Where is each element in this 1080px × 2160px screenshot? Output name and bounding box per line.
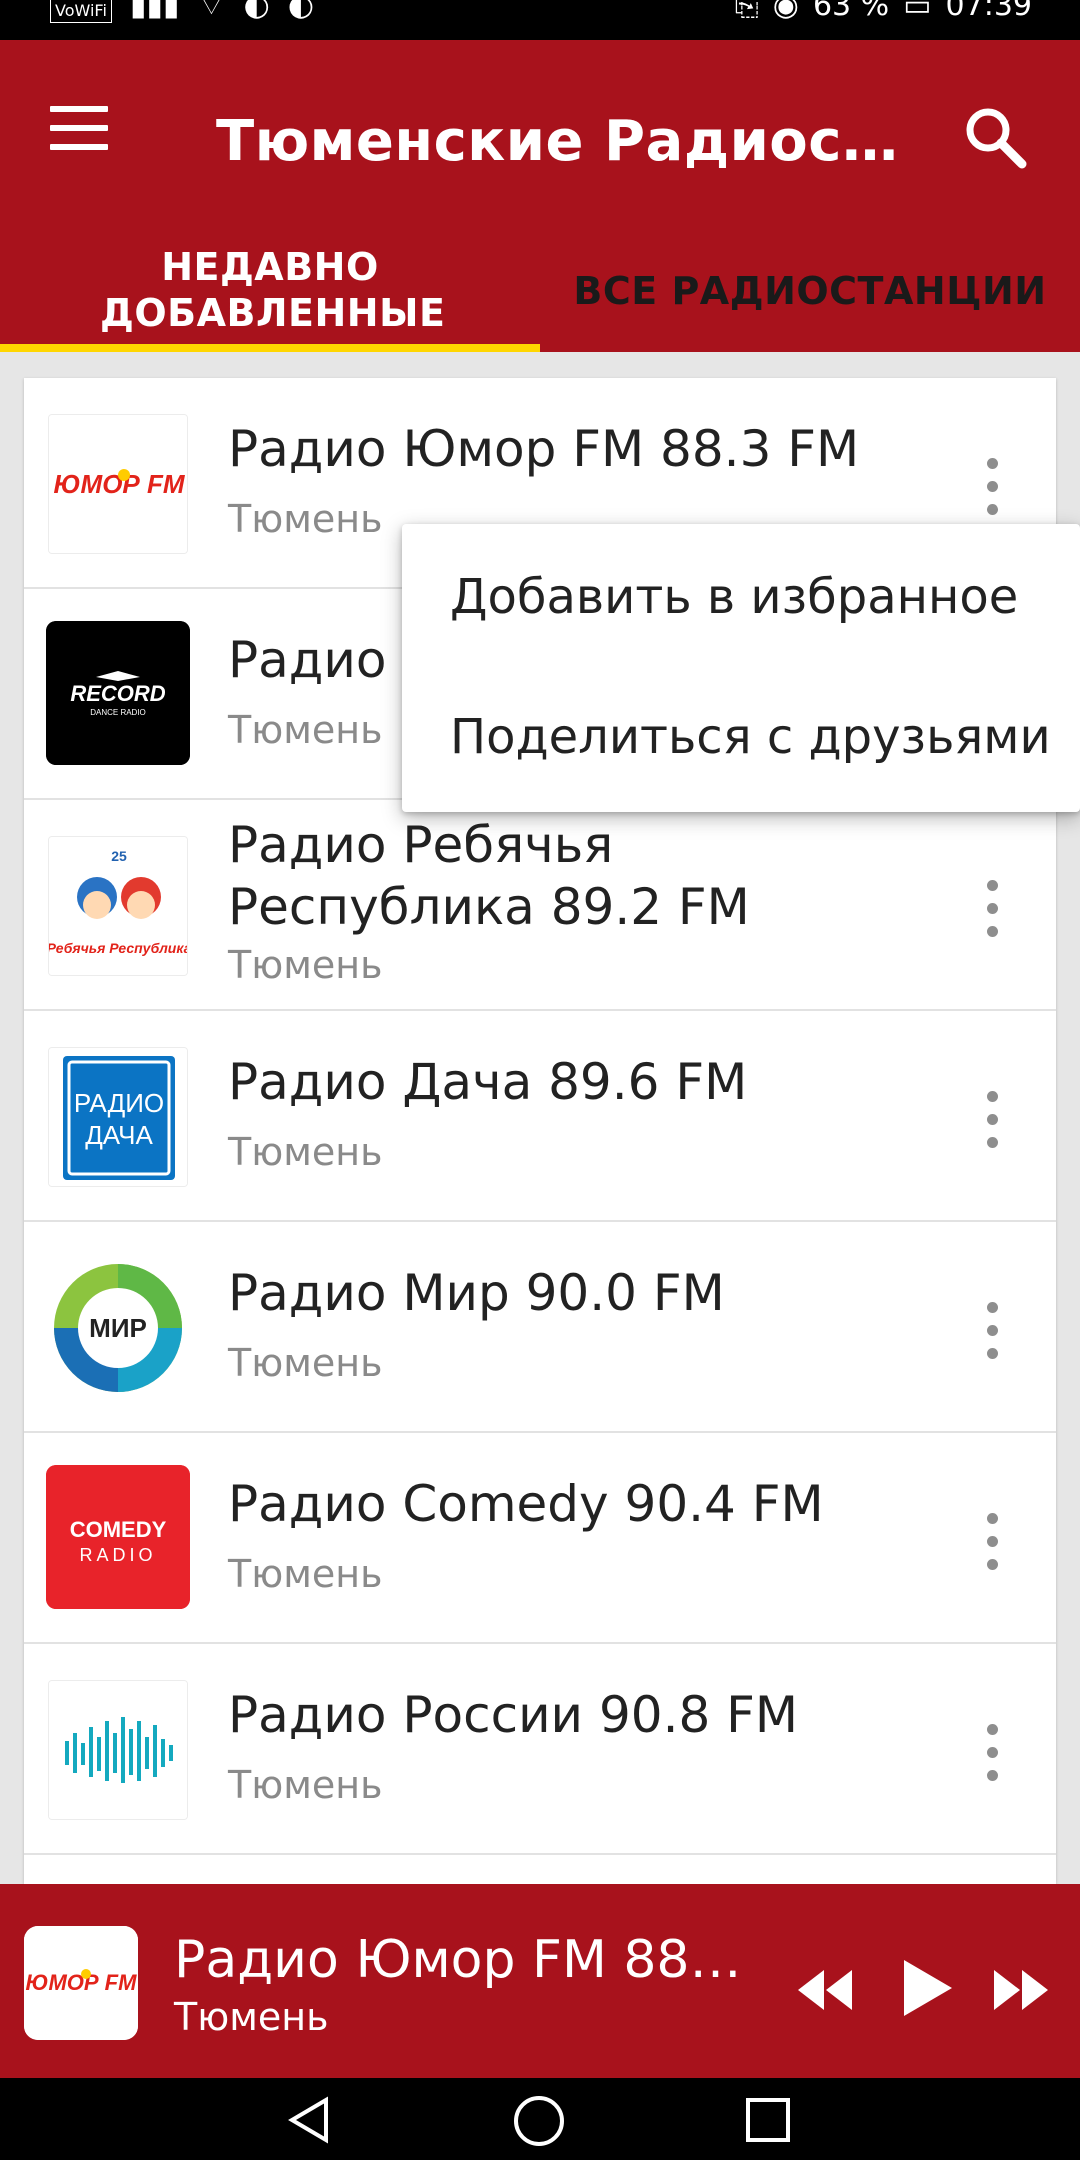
- player-station-name: Радио Юмор FM 88.3 FM: [174, 1930, 754, 1990]
- station-logo: RECORD DANCE RADIO: [46, 621, 190, 765]
- tab-recently-added-label: НЕДАВНО ДОБАВЛЕННЫЕ: [100, 245, 446, 335]
- tab-bar: НЕДАВНО ДОБАВЛЕННЫЕ ВСЕ РАДИОСТАНЦИИ: [0, 230, 1080, 352]
- more-options-icon[interactable]: [980, 880, 1004, 950]
- overflow-popup-menu: Добавить в избранное Поделиться с друзья…: [402, 524, 1080, 812]
- svg-text:ДАЧА: ДАЧА: [85, 1120, 153, 1150]
- station-row[interactable]: МИР Радио Мир 90.0 FM Тюмень: [24, 1222, 1056, 1433]
- station-row[interactable]: Радио России 90.8 FM Тюмень: [24, 1644, 1056, 1855]
- svg-text:RADIO: RADIO: [79, 1545, 156, 1565]
- station-name: Радио Мир 90.0 FM: [228, 1264, 725, 1322]
- add-to-favorites-item[interactable]: Добавить в избранное: [402, 542, 1080, 682]
- station-city: Тюмень: [228, 497, 383, 541]
- share-with-friends-item[interactable]: Поделиться с друзьями: [402, 682, 1080, 822]
- tab-all-stations[interactable]: ВСЕ РАДИОСТАНЦИИ: [540, 230, 1080, 352]
- battery-percent: 63 %: [812, 0, 890, 23]
- more-options-icon[interactable]: [980, 1091, 1004, 1161]
- signal-icon: ▮▮▮: [129, 0, 180, 23]
- station-logo: РАДИО ДАЧА: [48, 1047, 188, 1187]
- more-options-icon[interactable]: [980, 1724, 1004, 1794]
- recent-apps-icon[interactable]: [744, 2096, 792, 2144]
- vowifi-label: VoWiFi: [50, 0, 112, 23]
- station-name: Радио России 90.8 FM: [228, 1686, 799, 1744]
- station-row[interactable]: COMEDY RADIO Радио Comedy 90.4 FM Тюмень: [24, 1433, 1056, 1644]
- svg-text:COMEDY: COMEDY: [70, 1517, 167, 1542]
- station-logo: МИР: [48, 1258, 188, 1398]
- status-bar: VoWiFi ▮▮▮ ⌔ ◐ ◐ ⎘ ◉ 63 % ▭ 07:39: [0, 0, 1080, 40]
- rewind-icon[interactable]: [794, 1948, 856, 2028]
- station-row[interactable]: [24, 1855, 1056, 1884]
- station-name: Радио Дача 89.6 FM: [228, 1053, 748, 1111]
- battery-icon: ▭: [903, 0, 932, 23]
- hamburger-menu-icon[interactable]: [50, 106, 120, 166]
- svg-text:РАДИО: РАДИО: [74, 1088, 164, 1118]
- more-options-icon[interactable]: [980, 458, 1004, 528]
- station-row[interactable]: РАДИО ДАЧА Радио Дача 89.6 FM Тюмень: [24, 1011, 1056, 1222]
- wifi-icon: ⌔: [197, 0, 226, 23]
- clock: 07:39: [945, 0, 1032, 23]
- station-city: Тюмень: [228, 708, 383, 752]
- station-row[interactable]: 25 Ребячья Республика Радио Ребячья Респ…: [24, 800, 1056, 1011]
- more-options-icon[interactable]: [980, 1513, 1004, 1583]
- station-city: Тюмень: [228, 1341, 383, 1385]
- station-logo-text: Ребячья Республика: [49, 940, 188, 956]
- more-options-icon[interactable]: [980, 1302, 1004, 1372]
- play-icon[interactable]: [898, 1948, 958, 2028]
- fast-forward-icon[interactable]: [990, 1948, 1052, 2028]
- eye-icon: ◉: [772, 0, 799, 23]
- tab-all-stations-label: ВСЕ РАДИОСТАНЦИИ: [573, 269, 1047, 313]
- notification-icon: ◐: [243, 0, 270, 23]
- station-logo: [48, 1680, 188, 1820]
- station-name: Радио Юмор FM 88.3 FM: [228, 420, 860, 478]
- mini-player[interactable]: ЮМОР FM Радио Юмор FM 88.3 FM Тюмень: [0, 1884, 1080, 2078]
- player-logo: ЮМОР FM: [24, 1926, 138, 2040]
- station-logo: 25 Ребячья Республика: [48, 836, 188, 976]
- home-icon[interactable]: [512, 2094, 566, 2148]
- search-icon[interactable]: [956, 98, 1036, 178]
- cast-icon: ⎘: [734, 0, 759, 23]
- station-city: Тюмень: [228, 943, 383, 987]
- back-icon[interactable]: [284, 2094, 334, 2146]
- station-city: Тюмень: [228, 1763, 383, 1807]
- station-city: Тюмень: [228, 1552, 383, 1596]
- station-logo: ЮМОР FM: [48, 414, 188, 554]
- station-name: Радио Ребячья Республика 89.2 FM: [228, 816, 750, 936]
- station-logo-text: МИР: [89, 1313, 147, 1343]
- station-city: Тюмень: [228, 1130, 383, 1174]
- tab-recently-added[interactable]: НЕДАВНО ДОБАВЛЕННЫЕ: [0, 230, 540, 352]
- station-logo-text: RECORD: [70, 681, 165, 706]
- system-nav-bar: [0, 2078, 1080, 2160]
- notification-icon-2: ◐: [287, 0, 314, 23]
- player-city: Тюмень: [174, 1995, 329, 2039]
- station-name: Радио Comedy 90.4 FM: [228, 1475, 824, 1533]
- app-title: Тюменские Радиостанции: [216, 109, 906, 174]
- app-bar: Тюменские Радиостанции НЕДАВНО ДОБАВЛЕНН…: [0, 40, 1080, 352]
- svg-text:DANCE RADIO: DANCE RADIO: [90, 708, 146, 717]
- station-logo: COMEDY RADIO: [46, 1465, 190, 1609]
- svg-text:25: 25: [111, 848, 127, 864]
